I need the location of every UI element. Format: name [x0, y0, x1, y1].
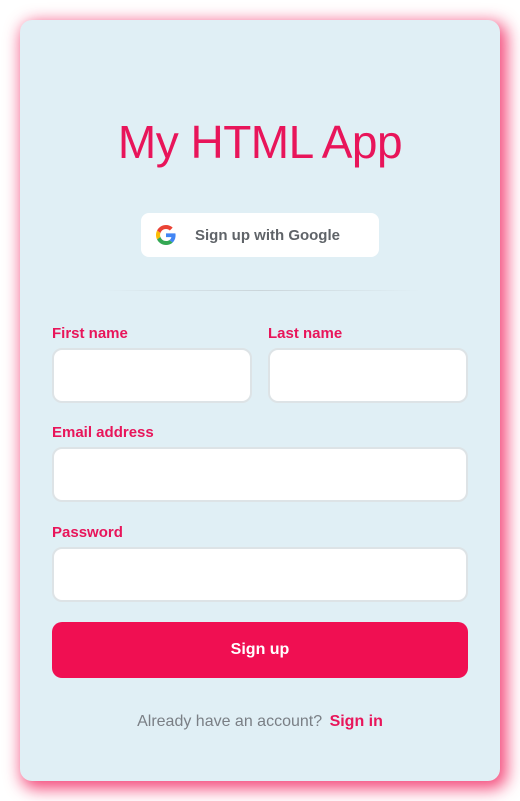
- google-signup-label: Sign up with Google: [195, 226, 340, 244]
- email-input[interactable]: [52, 447, 468, 502]
- signin-link[interactable]: Sign in: [330, 713, 383, 730]
- password-label: Password: [52, 524, 123, 541]
- app-title: My HTML App: [117, 116, 403, 168]
- first-name-input[interactable]: [52, 348, 252, 403]
- last-name-label: Last name: [268, 325, 343, 342]
- signup-button[interactable]: Sign up: [52, 622, 468, 678]
- email-label: Email address: [52, 424, 154, 441]
- signup-card: My HTML App Sign up with Google First na…: [20, 20, 500, 781]
- google-signup-button[interactable]: Sign up with Google: [141, 213, 379, 257]
- signin-prompt-text: Already have an account?: [137, 713, 323, 730]
- last-name-input[interactable]: [268, 348, 468, 403]
- password-input[interactable]: [52, 547, 468, 602]
- signin-prompt: Already have an account? Sign in: [20, 713, 500, 731]
- divider: [100, 290, 420, 291]
- first-name-label: First name: [52, 325, 128, 342]
- google-g-icon: [156, 225, 176, 245]
